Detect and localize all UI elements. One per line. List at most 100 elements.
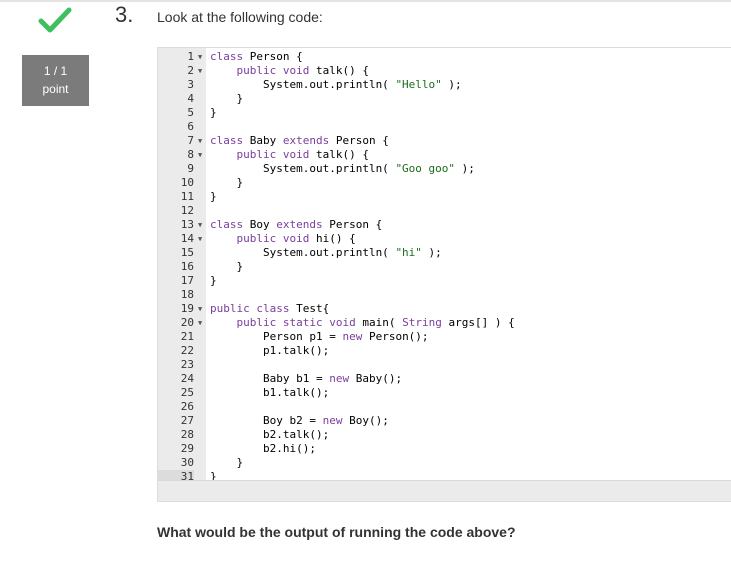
- fold-arrow-icon[interactable]: ▼: [198, 148, 206, 162]
- code-line: 24 Baby b1 = new Baby();: [158, 372, 731, 386]
- question-prompt: Look at the following code:: [157, 9, 323, 25]
- code-text: class Boy extends Person {: [210, 218, 383, 231]
- code-line: 1 ▼ class Person {: [158, 50, 731, 64]
- code-text: }: [210, 176, 244, 189]
- line-number: 6: [187, 120, 194, 133]
- code-line: 27 Boy b2 = new Boy();: [158, 414, 731, 428]
- question-number: 3.: [115, 2, 134, 27]
- line-number: 8: [187, 148, 194, 161]
- code-line: 30 }: [158, 456, 731, 470]
- code-line: 15 System.out.println( "hi" );: [158, 246, 731, 260]
- fold-arrow-icon[interactable]: ▼: [198, 302, 206, 316]
- checkmark-icon: [38, 7, 72, 33]
- line-number: 29: [180, 442, 194, 455]
- line-number: 5: [187, 106, 194, 119]
- line-number: 9: [187, 162, 194, 175]
- code-text: }: [210, 190, 217, 203]
- code-text: p1.talk();: [210, 344, 330, 357]
- line-number: 18: [180, 288, 194, 301]
- line-number: 21: [180, 330, 194, 343]
- code-line: 13 ▼ class Boy extends Person {: [158, 218, 731, 232]
- code-text: public static void main( String args[] )…: [236, 316, 515, 329]
- line-number: 27: [180, 414, 194, 427]
- code-line: 8 ▼ public void talk() {: [158, 148, 731, 162]
- code-editor[interactable]: 1 ▼ class Person {2 ▼ public void talk() {3…: [157, 47, 731, 502]
- code-line: 9 System.out.println( "Goo goo" );: [158, 162, 731, 176]
- code-line: 21 Person p1 = new Person();: [158, 330, 731, 344]
- line-number: 19: [180, 302, 194, 315]
- code-text: b1.talk();: [210, 386, 330, 399]
- code-line: 16 }: [158, 260, 731, 274]
- line-number: 13: [180, 218, 194, 231]
- code-line: 10 }: [158, 176, 731, 190]
- line-number: 25: [180, 386, 194, 399]
- fold-arrow-icon[interactable]: ▼: [198, 134, 206, 148]
- code-text: public void talk() {: [236, 148, 369, 161]
- line-number: 20: [180, 316, 194, 329]
- line-number: 7: [187, 134, 194, 147]
- code-line: 12: [158, 204, 731, 218]
- code-text: public void hi() {: [236, 232, 356, 245]
- line-number: 26: [180, 400, 194, 413]
- code-line: 6: [158, 120, 731, 134]
- line-number: 28: [180, 428, 194, 441]
- code-line: 19 ▼ public class Test{: [158, 302, 731, 316]
- line-number: 11: [180, 190, 194, 203]
- fold-arrow-icon[interactable]: ▼: [198, 50, 206, 64]
- code-line: 22 p1.talk();: [158, 344, 731, 358]
- top-divider: [0, 0, 731, 2]
- code-line: 2 ▼ public void talk() {: [158, 64, 731, 78]
- line-number: 30: [180, 456, 194, 469]
- horizontal-scrollbar[interactable]: [158, 480, 731, 501]
- code-line: 17}: [158, 274, 731, 288]
- code-line: 28 b2.talk();: [158, 428, 731, 442]
- code-line: 25 b1.talk();: [158, 386, 731, 400]
- code-text: System.out.println( "Goo goo" );: [210, 162, 475, 175]
- code-text: Boy b2 = new Boy();: [210, 414, 389, 427]
- code-text: }: [210, 274, 217, 287]
- line-number: 15: [180, 246, 194, 259]
- score-unit: point: [42, 82, 69, 96]
- line-number: 17: [180, 274, 194, 287]
- line-number: 10: [180, 176, 194, 189]
- code-line: 14 ▼ public void hi() {: [158, 232, 731, 246]
- code-text: }: [210, 106, 217, 119]
- score-badge: 1 / 1 point: [22, 55, 89, 106]
- line-number: 24: [180, 372, 194, 385]
- fold-arrow-icon[interactable]: ▼: [198, 218, 206, 232]
- code-text: class Baby extends Person {: [210, 134, 389, 147]
- code-text: b2.talk();: [210, 428, 330, 441]
- code-text: public class Test{: [210, 302, 330, 315]
- code-line: 7 ▼ class Baby extends Person {: [158, 134, 731, 148]
- fold-arrow-icon[interactable]: ▼: [198, 232, 206, 246]
- code-text: System.out.println( "hi" );: [210, 246, 442, 259]
- code-line: 26: [158, 400, 731, 414]
- code-text: public void talk() {: [236, 64, 369, 77]
- line-number: 22: [180, 344, 194, 357]
- code-line: 29 b2.hi();: [158, 442, 731, 456]
- code-line: 18: [158, 288, 731, 302]
- line-number: 12: [180, 204, 194, 217]
- line-number: 14: [180, 232, 194, 245]
- fold-arrow-icon[interactable]: ▼: [198, 64, 206, 78]
- output-question: What would be the output of running the …: [157, 524, 516, 540]
- code-text: }: [210, 456, 244, 469]
- score-value: 1 / 1: [43, 64, 68, 78]
- line-number: 2: [187, 64, 194, 77]
- line-number: 1: [187, 50, 194, 63]
- code-lines: 1 ▼ class Person {2 ▼ public void talk() {3…: [158, 50, 731, 484]
- code-line: 5}: [158, 106, 731, 120]
- code-text: class Person {: [210, 50, 303, 63]
- fold-arrow-icon[interactable]: ▼: [198, 316, 206, 330]
- code-line: 11}: [158, 190, 731, 204]
- code-line: 3 System.out.println( "Hello" );: [158, 78, 731, 92]
- code-line: 23: [158, 358, 731, 372]
- code-line: 20 ▼ public static void main( String args…: [158, 316, 731, 330]
- code-text: b2.hi();: [210, 442, 316, 455]
- code-text: Baby b1 = new Baby();: [210, 372, 403, 385]
- code-text: Person p1 = new Person();: [210, 330, 429, 343]
- line-number: 23: [180, 358, 194, 371]
- line-number: 16: [180, 260, 194, 273]
- code-text: }: [210, 260, 244, 273]
- code-text: }: [210, 92, 244, 105]
